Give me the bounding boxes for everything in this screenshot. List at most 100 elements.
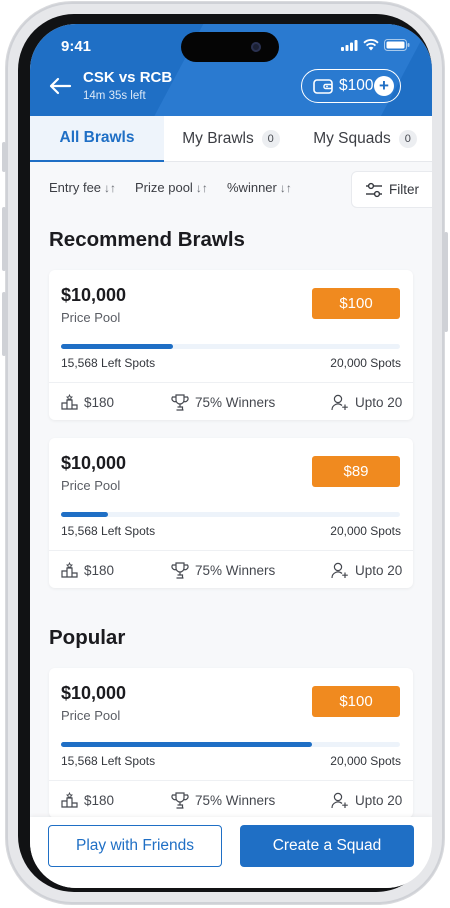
sort-bar: Entry fee ↓↑ Prize pool ↓↑ %winner ↓↑ Filte… bbox=[30, 163, 432, 211]
section-title-popular: Popular bbox=[49, 626, 126, 649]
trophy-icon bbox=[171, 792, 189, 809]
progress-fill bbox=[61, 742, 312, 747]
pool-label: Price Pool bbox=[61, 708, 121, 723]
max-entries: Upto 20 bbox=[331, 792, 402, 809]
tab-label: All Brawls bbox=[59, 129, 135, 146]
app-header: 9:41 CSK vs RCB 14m 35s left $100 + bbox=[30, 24, 432, 116]
podium-icon bbox=[61, 394, 78, 410]
camera-icon bbox=[251, 42, 261, 52]
total-spots: 20,000 Spots bbox=[330, 356, 401, 370]
winners-value: 75% Winners bbox=[195, 793, 276, 808]
entry-fee-button[interactable]: $100 bbox=[312, 288, 400, 319]
winners-percent: 75% Winners bbox=[171, 792, 275, 809]
first-prize: $180 bbox=[61, 394, 114, 410]
podium-icon bbox=[61, 562, 78, 578]
create-squad-button[interactable]: Create a Squad bbox=[240, 825, 414, 867]
first-prize: $180 bbox=[61, 792, 114, 808]
winners-value: 75% Winners bbox=[195, 563, 276, 578]
spots-progress-bar bbox=[61, 512, 400, 517]
card-divider bbox=[49, 550, 413, 551]
pool-amount: $10,000 bbox=[61, 683, 127, 703]
progress-fill bbox=[61, 344, 173, 349]
status-time: 9:41 bbox=[61, 38, 92, 55]
trophy-icon bbox=[171, 562, 189, 579]
add-money-icon[interactable]: + bbox=[374, 76, 394, 96]
volume-up-button bbox=[2, 207, 6, 271]
max-entries: Upto 20 bbox=[331, 394, 402, 411]
total-spots: 20,000 Spots bbox=[330, 524, 401, 538]
filter-label: Filter bbox=[389, 182, 419, 197]
back-arrow-icon[interactable] bbox=[48, 76, 72, 96]
progress-fill bbox=[61, 512, 109, 517]
spots-progress-bar bbox=[61, 344, 400, 349]
match-time-left: 14m 35s left bbox=[83, 90, 146, 102]
pool-label: Price Pool bbox=[61, 478, 121, 493]
pool-amount: $10,000 bbox=[61, 285, 127, 305]
sort-label: Prize pool bbox=[135, 180, 193, 195]
wallet-amount: $100 bbox=[339, 77, 374, 94]
tab-label: My Brawls bbox=[182, 130, 254, 147]
sort-label: Entry fee bbox=[49, 180, 102, 195]
play-with-friends-button[interactable]: Play with Friends bbox=[48, 825, 222, 867]
entry-fee-button[interactable]: $89 bbox=[312, 456, 400, 487]
upto-value: Upto 20 bbox=[355, 793, 403, 808]
status-icons bbox=[341, 39, 410, 51]
winners-value: 75% Winners bbox=[195, 395, 276, 410]
tab-my-squads[interactable]: My Squads 0 bbox=[298, 116, 432, 162]
action-button bbox=[2, 142, 6, 172]
card-divider bbox=[49, 382, 413, 383]
add-user-icon bbox=[331, 792, 348, 809]
tab-my-brawls[interactable]: My Brawls 0 bbox=[164, 116, 298, 162]
trophy-icon bbox=[171, 394, 189, 411]
dynamic-island bbox=[181, 32, 279, 62]
upto-value: Upto 20 bbox=[355, 563, 403, 578]
sort-arrows-icon: ↓↑ bbox=[195, 181, 208, 195]
first-prize-value: $180 bbox=[84, 792, 115, 808]
left-spots: 15,568 Left Spots bbox=[61, 754, 156, 768]
first-prize-value: $180 bbox=[84, 394, 115, 410]
tab-all-brawls[interactable]: All Brawls bbox=[30, 116, 164, 162]
section-title-recommended: Recommend Brawls bbox=[49, 228, 245, 251]
tab-count-badge: 0 bbox=[398, 130, 417, 148]
total-spots: 20,000 Spots bbox=[330, 754, 401, 768]
entry-fee-button[interactable]: $100 bbox=[312, 686, 400, 717]
brawl-card[interactable]: $10,000 Price Pool $89 15,568 Left Spots… bbox=[49, 438, 413, 588]
sort-label: %winner bbox=[227, 180, 277, 195]
battery-icon bbox=[384, 39, 410, 51]
power-button bbox=[444, 232, 448, 332]
first-prize-value: $180 bbox=[84, 562, 115, 578]
winners-percent: 75% Winners bbox=[171, 562, 275, 579]
phone-frame: 9:41 CSK vs RCB 14m 35s left $100 + All … bbox=[2, 2, 448, 904]
first-prize: $180 bbox=[61, 562, 114, 578]
card-divider bbox=[49, 780, 413, 781]
left-spots: 15,568 Left Spots bbox=[61, 524, 156, 538]
sort-winner-percent[interactable]: %winner ↓↑ bbox=[227, 180, 292, 195]
spots-progress-bar bbox=[61, 742, 400, 747]
add-user-icon bbox=[331, 394, 348, 411]
wallet-icon bbox=[313, 79, 333, 94]
tab-count-badge: 0 bbox=[261, 130, 280, 148]
signal-icon bbox=[341, 39, 358, 51]
podium-icon bbox=[61, 792, 78, 808]
brawl-card[interactable]: $10,000 Price Pool $100 15,568 Left Spot… bbox=[49, 668, 413, 818]
sort-prize-pool[interactable]: Prize pool ↓↑ bbox=[135, 180, 208, 195]
sort-arrows-icon: ↓↑ bbox=[279, 181, 292, 195]
winners-percent: 75% Winners bbox=[171, 394, 275, 411]
volume-down-button bbox=[2, 292, 6, 356]
match-title: CSK vs RCB bbox=[83, 69, 173, 86]
max-entries: Upto 20 bbox=[331, 562, 402, 579]
filter-sliders-icon bbox=[366, 182, 382, 197]
sort-entry-fee[interactable]: Entry fee ↓↑ bbox=[49, 180, 116, 195]
add-user-icon bbox=[331, 562, 348, 579]
tab-label: My Squads bbox=[313, 130, 391, 147]
brawl-card[interactable]: $10,000 Price Pool $100 15,568 Left Spot… bbox=[49, 270, 413, 420]
sort-arrows-icon: ↓↑ bbox=[104, 181, 117, 195]
upto-value: Upto 20 bbox=[355, 395, 403, 410]
wifi-icon bbox=[363, 39, 379, 51]
filter-button[interactable]: Filter bbox=[351, 171, 432, 208]
app-screen: 9:41 CSK vs RCB 14m 35s left $100 + All … bbox=[30, 24, 432, 888]
tab-bar: All Brawls My Brawls 0 My Squads 0 bbox=[30, 116, 432, 162]
left-spots: 15,568 Left Spots bbox=[61, 356, 156, 370]
bottom-action-bar: Play with Friends Create a Squad bbox=[30, 817, 432, 888]
wallet-button[interactable]: $100 + bbox=[301, 69, 401, 103]
